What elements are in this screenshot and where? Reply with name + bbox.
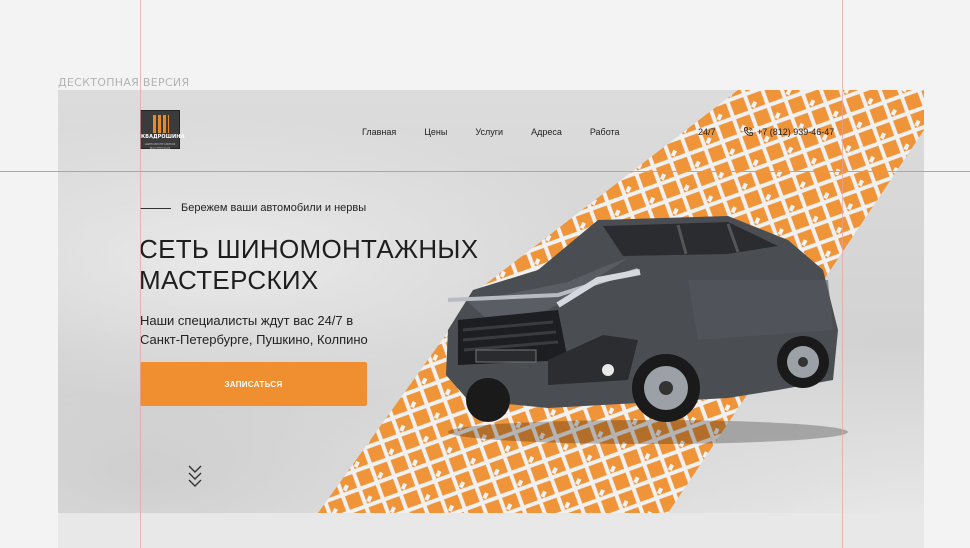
nav-item-jobs[interactable]: Работа (590, 127, 620, 137)
nav-item-prices[interactable]: Цены (424, 127, 447, 137)
nav-item-addresses[interactable]: Адреса (531, 127, 562, 137)
tagline-divider (140, 207, 171, 209)
nav-item-home[interactable]: Главная (362, 127, 396, 137)
working-hours: 24/7 (698, 127, 716, 137)
phone-link[interactable]: +7 (812) 939-46-47 (743, 126, 834, 137)
main-nav: Главная Цены Услуги Адреса Работа (362, 127, 648, 137)
logo[interactable]: КВАДРОШИНА ШИНОМОНТАЖНАЯ МАСТЕРСКАЯ (140, 110, 185, 150)
layout-guide-horizontal (0, 171, 970, 172)
hero-subtitle-line2: Санкт-Петербурге, Пушкино, Колпино (140, 332, 368, 347)
nav-item-services[interactable]: Услуги (475, 127, 503, 137)
logo-mark-icon (153, 115, 169, 133)
next-section-strip (58, 513, 924, 548)
page-version-label: ДЕСКТОПНАЯ ВЕРСИЯ (58, 76, 190, 89)
phone-icon (743, 126, 754, 137)
hero-tagline: Бережем ваши автомобили и нервы (140, 202, 366, 214)
chevrons-down-icon[interactable] (188, 464, 202, 488)
tagline-text: Бережем ваши автомобили и нервы (181, 202, 367, 214)
signup-button[interactable]: ЗАПИСАТЬСЯ (140, 362, 367, 406)
layout-guide-right (842, 0, 843, 548)
hero-section: КВАДРОШИНА ШИНОМОНТАЖНАЯ МАСТЕРСКАЯ Глав… (58, 90, 924, 513)
hero-subtitle-line1: Наши специалисты ждут вас 24/7 в (140, 313, 354, 328)
logo-tagline: ШИНОМОНТАЖНАЯ МАСТЕРСКАЯ (144, 142, 176, 150)
layout-guide-left (140, 0, 141, 548)
hero-subtitle: Наши специалисты ждут вас 24/7 в Санкт-Пе… (140, 311, 368, 349)
logo-name: КВАДРОШИНА (141, 134, 185, 140)
hero-title-line2: МАСТЕРСКИХ (139, 265, 319, 295)
phone-number: +7 (812) 939-46-47 (757, 126, 835, 137)
suv-image (446, 216, 848, 444)
